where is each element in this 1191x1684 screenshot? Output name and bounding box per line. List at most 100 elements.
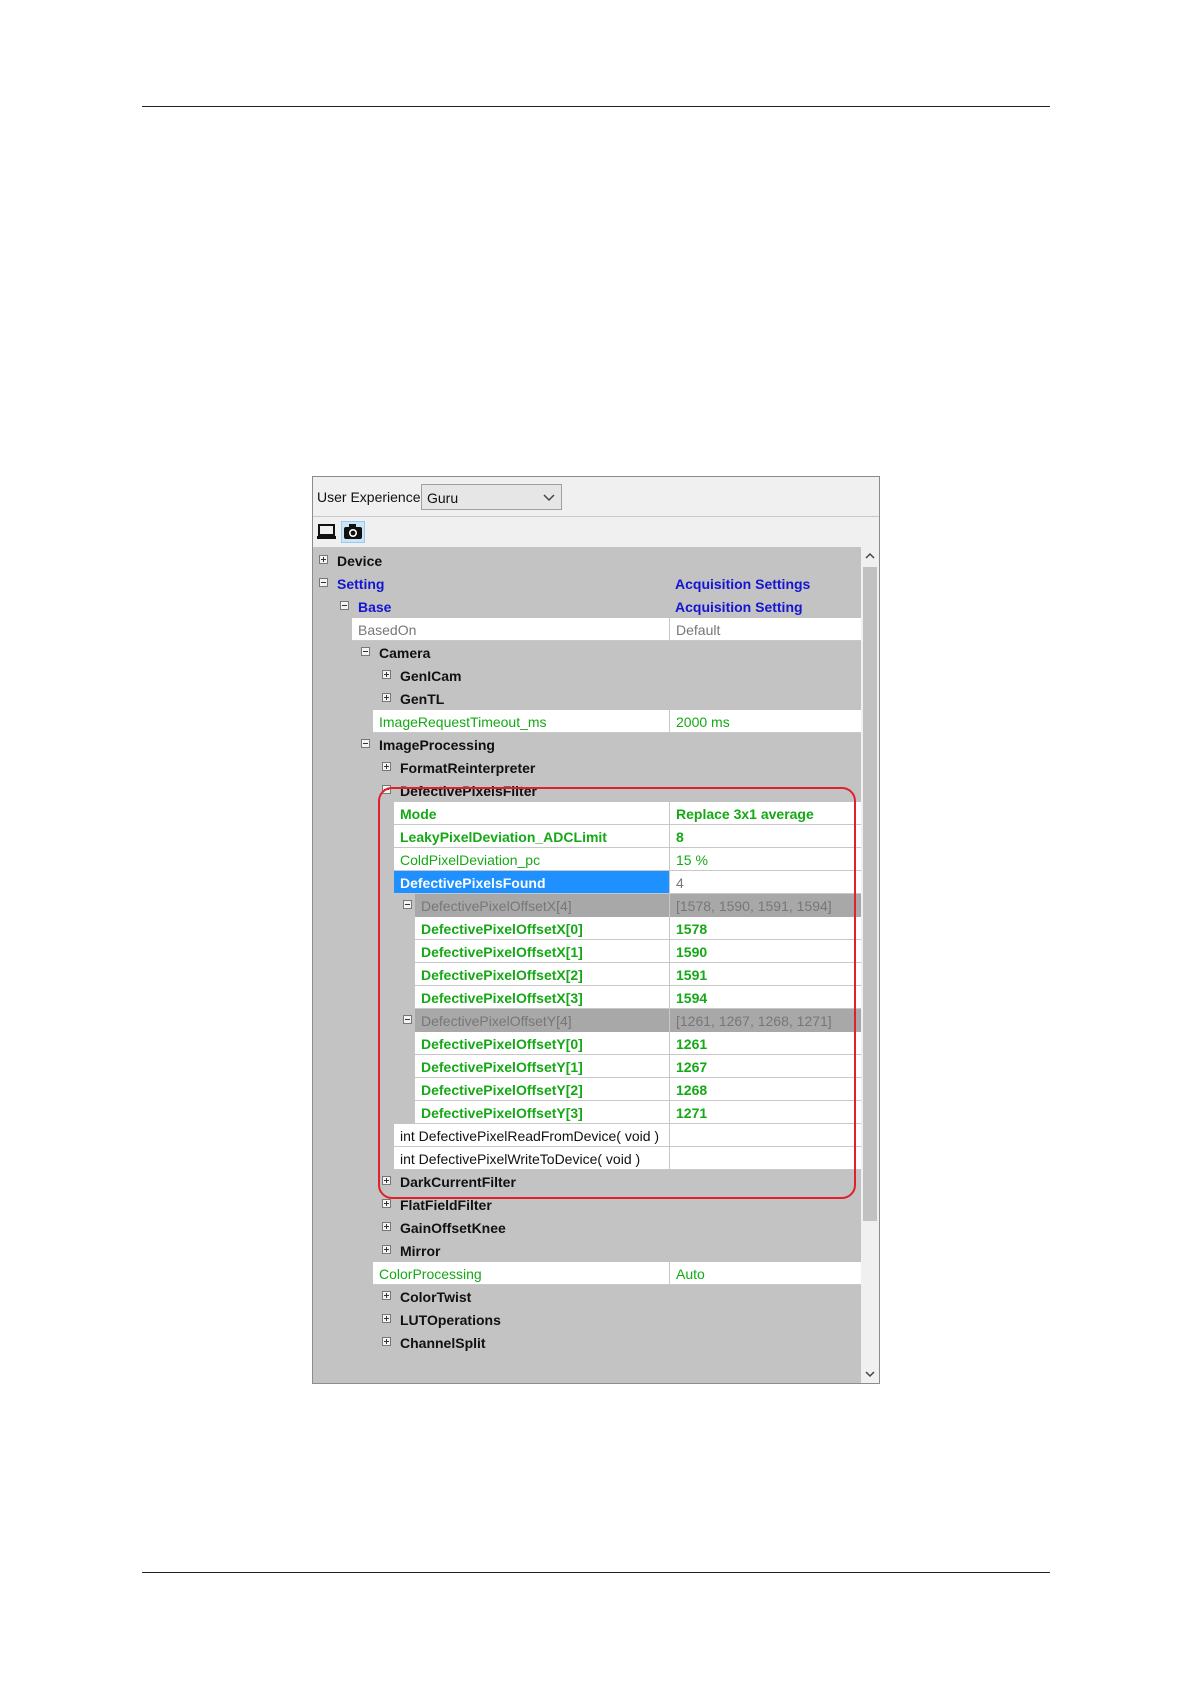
camera-view-button[interactable] — [341, 521, 365, 543]
property-name: DefectivePixelOffsetY[4] — [421, 1013, 572, 1029]
property-name: ImageRequestTimeout_ms — [379, 714, 547, 730]
value-cell[interactable]: 1591 — [669, 963, 861, 986]
value-cell[interactable]: 1271 — [669, 1101, 861, 1124]
property-value: 1271 — [676, 1105, 708, 1121]
property-name: FormatReinterpreter — [400, 760, 536, 776]
tree-row[interactable]: ColorTwist — [313, 1285, 861, 1308]
tree-row[interactable]: DefectivePixelOffsetX[2] 1591 — [313, 963, 861, 986]
tree-row[interactable]: GenICam — [313, 664, 861, 687]
tree-row[interactable]: FormatReinterpreter — [313, 756, 861, 779]
tree-row[interactable]: Camera — [313, 641, 861, 664]
value-cell[interactable]: Replace 3x1 average — [669, 802, 861, 825]
expand-icon[interactable] — [319, 555, 328, 564]
value-cell — [669, 549, 861, 572]
tree-row[interactable]: DefectivePixelOffsetX[4] [1578, 1590, 159… — [313, 894, 861, 917]
tree-row[interactable]: Device — [313, 549, 861, 572]
expand-icon[interactable] — [382, 1291, 391, 1300]
tree-row[interactable]: LUTOperations — [313, 1308, 861, 1331]
tree-row[interactable]: ImageProcessing — [313, 733, 861, 756]
value-cell[interactable]: Auto — [669, 1262, 861, 1285]
tree-row[interactable]: DefectivePixelOffsetY[0] 1261 — [313, 1032, 861, 1055]
expand-icon[interactable] — [382, 1314, 391, 1323]
scrollbar-thumb[interactable] — [863, 567, 877, 1221]
tree-row[interactable]: ColdPixelDeviation_pc 15 % — [313, 848, 861, 871]
collapse-icon[interactable] — [319, 578, 328, 587]
collapse-icon[interactable] — [361, 739, 370, 748]
tree-row[interactable]: DefectivePixelOffsetX[1] 1590 — [313, 940, 861, 963]
tree-row[interactable]: int DefectivePixelWriteToDevice( void ) — [313, 1147, 861, 1170]
tree-row[interactable]: DefectivePixelOffsetY[1] 1267 — [313, 1055, 861, 1078]
expand-icon[interactable] — [382, 1245, 391, 1254]
tree-row[interactable]: LeakyPixelDeviation_ADCLimit 8 — [313, 825, 861, 848]
value-cell[interactable]: 1267 — [669, 1055, 861, 1078]
property-name: LeakyPixelDeviation_ADCLimit — [400, 829, 607, 845]
value-cell — [669, 1285, 861, 1308]
expand-icon[interactable] — [382, 670, 391, 679]
property-name: ColorTwist — [400, 1289, 472, 1305]
value-cell — [669, 1308, 861, 1331]
tree-row[interactable]: GainOffsetKnee — [313, 1216, 861, 1239]
property-name: FlatFieldFilter — [400, 1197, 492, 1213]
expand-icon[interactable] — [382, 762, 391, 771]
tree-row[interactable]: DefectivePixelOffsetX[3] 1594 — [313, 986, 861, 1009]
value-cell[interactable]: Default — [669, 618, 861, 641]
value-cell[interactable] — [669, 1124, 861, 1147]
collapse-icon[interactable] — [403, 900, 412, 909]
value-cell: Acquisition Setting — [669, 595, 861, 618]
value-cell[interactable]: 1590 — [669, 940, 861, 963]
value-cell[interactable] — [669, 1147, 861, 1170]
tree-row[interactable]: DefectivePixelsFound 4 — [313, 871, 861, 894]
collapse-icon[interactable] — [382, 785, 391, 794]
tree-row[interactable]: int DefectivePixelReadFromDevice( void ) — [313, 1124, 861, 1147]
property-name: DefectivePixelOffsetY[2] — [421, 1082, 583, 1098]
tree-row[interactable]: ChannelSplit — [313, 1331, 861, 1354]
vertical-scrollbar[interactable] — [861, 547, 879, 1383]
value-cell[interactable]: 2000 ms — [669, 710, 861, 733]
value-cell[interactable]: 8 — [669, 825, 861, 848]
value-cell[interactable]: 1261 — [669, 1032, 861, 1055]
expand-icon[interactable] — [382, 1222, 391, 1231]
collapse-icon[interactable] — [340, 601, 349, 610]
tree-row[interactable]: BasedOn Default — [313, 618, 861, 641]
tree-row[interactable]: DefectivePixelOffsetY[4] [1261, 1267, 126… — [313, 1009, 861, 1032]
property-name: Mode — [400, 806, 437, 822]
expand-icon[interactable] — [382, 693, 391, 702]
device-view-button[interactable] — [315, 521, 339, 543]
tree-row[interactable]: DefectivePixelOffsetY[2] 1268 — [313, 1078, 861, 1101]
scroll-up-icon[interactable] — [861, 547, 879, 565]
property-name: DefectivePixelOffsetY[1] — [421, 1059, 583, 1075]
value-cell: [1578, 1590, 1591, 1594] — [669, 894, 861, 917]
user-experience-bar: User Experience: Guru — [313, 477, 879, 517]
tree-row[interactable]: Setting Acquisition Settings — [313, 572, 861, 595]
tree-row[interactable]: ColorProcessing Auto — [313, 1262, 861, 1285]
property-value: Acquisition Settings — [675, 576, 811, 592]
value-cell[interactable]: 1594 — [669, 986, 861, 1009]
tree-row[interactable]: ImageRequestTimeout_ms 2000 ms — [313, 710, 861, 733]
scroll-down-icon[interactable] — [861, 1365, 879, 1383]
value-cell[interactable]: 15 % — [669, 848, 861, 871]
tree-row[interactable]: DefectivePixelOffsetX[0] 1578 — [313, 917, 861, 940]
tree-row[interactable]: DarkCurrentFilter — [313, 1170, 861, 1193]
property-grid-window: User Experience: Guru Device Setting Acqui… — [312, 476, 880, 1384]
tree-row[interactable]: GenTL — [313, 687, 861, 710]
expand-icon[interactable] — [382, 1337, 391, 1346]
expand-icon[interactable] — [382, 1176, 391, 1185]
property-value: 1267 — [676, 1059, 708, 1075]
collapse-icon[interactable] — [361, 647, 370, 656]
property-name: BasedOn — [358, 622, 417, 638]
property-name: int DefectivePixelReadFromDevice( void ) — [400, 1128, 660, 1144]
value-cell[interactable]: 1578 — [669, 917, 861, 940]
expand-icon[interactable] — [382, 1199, 391, 1208]
value-cell[interactable]: 1268 — [669, 1078, 861, 1101]
user-experience-select[interactable]: Guru — [421, 484, 562, 510]
value-cell[interactable]: 4 — [669, 871, 861, 894]
value-cell — [669, 1193, 861, 1216]
tree-row[interactable]: Base Acquisition Setting — [313, 595, 861, 618]
tree-row[interactable]: Mode Replace 3x1 average — [313, 802, 861, 825]
tree-row[interactable]: DefectivePixelOffsetY[3] 1271 — [313, 1101, 861, 1124]
property-value: 4 — [676, 875, 684, 891]
tree-row[interactable]: FlatFieldFilter — [313, 1193, 861, 1216]
collapse-icon[interactable] — [403, 1015, 412, 1024]
tree-row[interactable]: Mirror — [313, 1239, 861, 1262]
tree-row[interactable]: DefectivePixelsFilter — [313, 779, 861, 802]
